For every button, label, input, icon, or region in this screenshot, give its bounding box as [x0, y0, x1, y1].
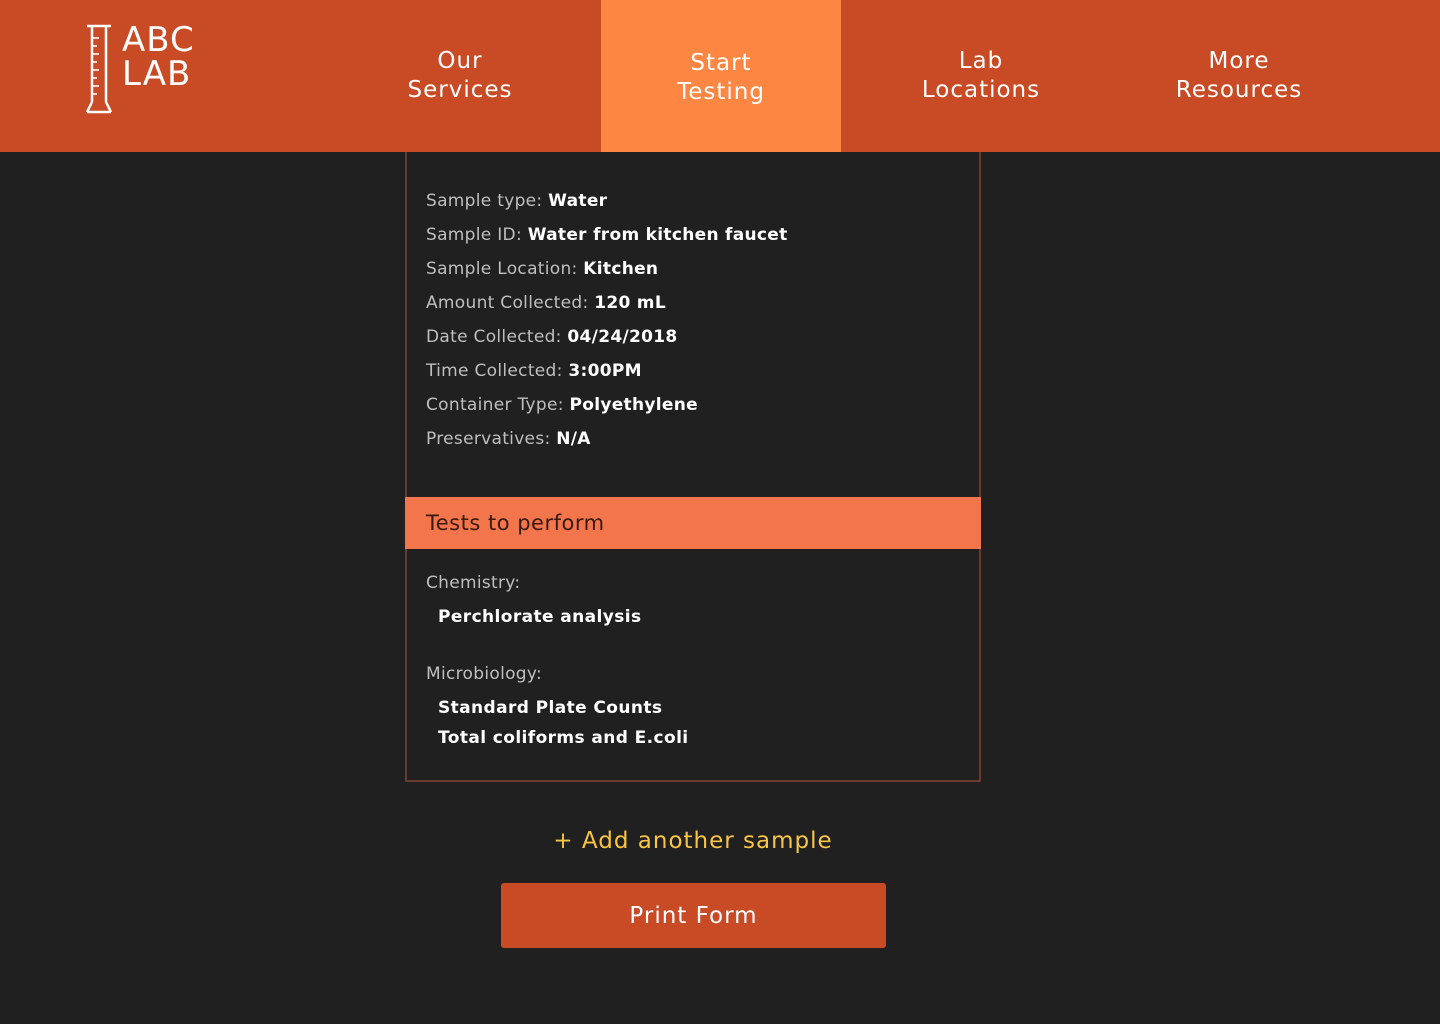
test-item: Total coliforms and E.coli — [438, 728, 689, 748]
sample-id-field: Sample ID: Water from kitchen faucet — [426, 218, 788, 252]
brand-line-1: ABC — [122, 20, 195, 60]
time-collected-field: Time Collected: 3:00PM — [426, 354, 788, 388]
test-item: Perchlorate analysis — [438, 607, 642, 627]
field-label: Container Type: — [426, 395, 564, 415]
nav-label: Our Services — [407, 48, 513, 103]
print-form-button[interactable]: Print Form — [501, 883, 886, 948]
field-label: Sample Location: — [426, 259, 578, 279]
field-label: Preservatives: — [426, 429, 551, 449]
field-value: Kitchen — [583, 259, 659, 279]
date-collected-field: Date Collected: 04/24/2018 — [426, 320, 788, 354]
chemistry-label: Chemistry: — [426, 573, 521, 593]
brand-logo[interactable]: ABC LAB — [84, 20, 195, 116]
brand-line-2: LAB — [122, 54, 192, 94]
brand-name: ABC LAB — [122, 20, 195, 94]
tests-section-header: Tests to perform — [405, 497, 981, 549]
field-value: Water from kitchen faucet — [527, 225, 788, 245]
nav-more-resources[interactable]: More Resources — [1119, 0, 1359, 152]
field-label: Time Collected: — [426, 361, 563, 381]
microbiology-label: Microbiology: — [426, 664, 543, 684]
nav-label: Start Testing — [677, 50, 765, 105]
sample-type-field: Sample type: Water — [426, 184, 788, 218]
sample-field-list: Sample type: Water Sample ID: Water from… — [426, 184, 788, 456]
amount-collected-field: Amount Collected: 120 mL — [426, 286, 788, 320]
field-value: 3:00PM — [568, 361, 642, 381]
preservatives-field: Preservatives: N/A — [426, 422, 788, 456]
field-label: Sample ID: — [426, 225, 522, 245]
nav-lab-locations[interactable]: Lab Locations — [861, 0, 1101, 152]
field-value: Water — [548, 191, 608, 211]
nav-label: Lab Locations — [921, 48, 1041, 103]
add-another-sample-link[interactable]: + Add another sample — [0, 828, 1386, 854]
field-value: Polyethylene — [569, 395, 698, 415]
graduated-cylinder-icon — [84, 24, 114, 116]
sample-card: Sample type: Water Sample ID: Water from… — [405, 152, 981, 782]
sample-location-field: Sample Location: Kitchen — [426, 252, 788, 286]
nav-start-testing[interactable]: Start Testing — [601, 0, 841, 152]
field-value: 04/24/2018 — [567, 327, 678, 347]
container-type-field: Container Type: Polyethylene — [426, 388, 788, 422]
top-header: ABC LAB Our Services Start Testing Lab L… — [0, 0, 1440, 152]
nav-label: More Resources — [1175, 48, 1303, 103]
nav-our-services[interactable]: Our Services — [340, 0, 580, 152]
field-label: Amount Collected: — [426, 293, 589, 313]
field-label: Date Collected: — [426, 327, 562, 347]
field-label: Sample type: — [426, 191, 543, 211]
field-value: N/A — [556, 429, 591, 449]
field-value: 120 mL — [594, 293, 666, 313]
test-item: Standard Plate Counts — [438, 698, 663, 718]
